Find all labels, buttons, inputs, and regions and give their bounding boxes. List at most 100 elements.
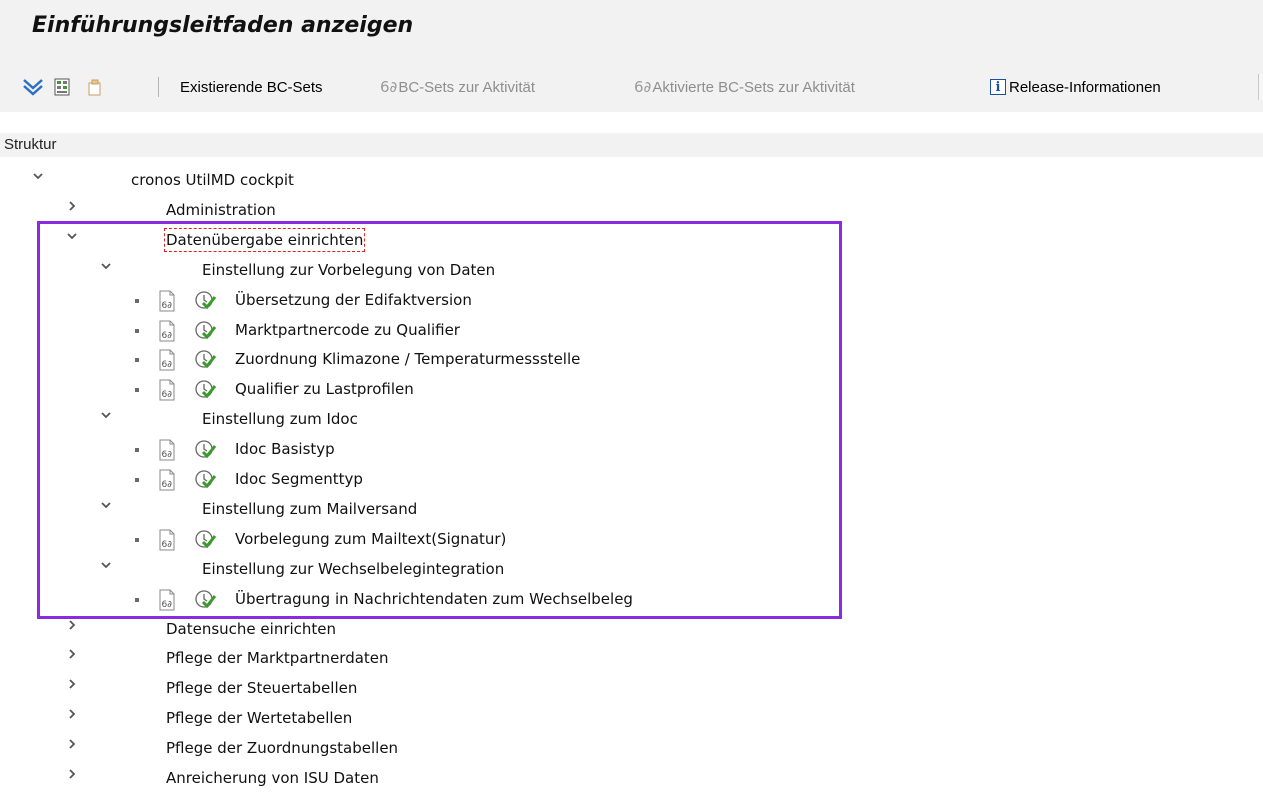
svg-text:6∂: 6∂ [162, 301, 173, 311]
tree-node[interactable]: Anreicherung von ISU Daten [0, 763, 1263, 793]
toolbar-overflow-edge[interactable] [1258, 74, 1263, 100]
tree-node-label[interactable]: Pflege der Zuordnungstabellen [166, 738, 398, 758]
chevron-down-icon[interactable] [100, 260, 112, 272]
tree-node[interactable]: Datenübergabe einrichten [0, 225, 1263, 255]
release-info-button[interactable]: i Release-Informationen [990, 62, 1161, 112]
chevron-down-icon[interactable] [100, 409, 112, 421]
leaf-bullet [135, 597, 139, 602]
tree-left-edge [0, 617, 20, 801]
tree-node-label[interactable]: Pflege der Wertetabellen [166, 708, 352, 728]
execute-activity-icon[interactable] [194, 528, 217, 554]
svg-text:6∂: 6∂ [162, 390, 173, 400]
transport-icon[interactable] [53, 62, 73, 112]
tree-node[interactable]: Einstellung zum Mailversand [0, 494, 1263, 524]
tree-node-label[interactable]: Übertragung in Nachrichtendaten zum Wech… [235, 589, 633, 609]
expand-all-icon[interactable] [22, 62, 44, 112]
tree-node[interactable]: Datensuche einrichten [0, 614, 1263, 644]
release-info-label: Release-Informationen [1009, 78, 1161, 96]
tree-node-label[interactable]: Anreicherung von ISU Daten [166, 768, 379, 788]
documentation-icon[interactable]: 6∂ [157, 379, 177, 405]
bc-sets-activity-label: BC-Sets zur Aktivität [398, 78, 536, 96]
tree-node[interactable]: Pflege der Steuertabellen [0, 673, 1263, 703]
tree-node-label[interactable]: Administration [166, 200, 276, 220]
tree-node[interactable]: Pflege der Zuordnungstabellen [0, 733, 1263, 763]
leaf-bullet [135, 388, 139, 393]
structure-header-label: Struktur [4, 136, 57, 153]
leaf-bullet [135, 448, 139, 453]
documentation-icon[interactable]: 6∂ [157, 589, 177, 615]
activated-bc-sets-button: 6∂ Aktivierte BC-Sets zur Aktivität [634, 62, 855, 112]
leaf-bullet [135, 358, 139, 363]
execute-activity-icon[interactable] [194, 438, 217, 464]
tree-node[interactable]: Pflege der Wertetabellen [0, 703, 1263, 733]
bc-set-icon: 6∂ [634, 78, 652, 96]
tree-node-label[interactable]: Idoc Segmenttyp [235, 469, 363, 489]
svg-text:6∂: 6∂ [162, 360, 173, 370]
tree-node-label[interactable]: Einstellung zum Idoc [202, 409, 358, 429]
execute-activity-icon[interactable] [194, 319, 217, 345]
chevron-down-icon[interactable] [66, 230, 78, 242]
tree-node[interactable]: 6∂ Zuordnung Klimazone / Temperaturmessst… [0, 344, 1263, 374]
tree-node[interactable]: Einstellung zur Wechselbelegintegration [0, 554, 1263, 584]
tree-node-label[interactable]: Vorbelegung zum Mailtext(Signatur) [235, 529, 506, 549]
chevron-down-icon[interactable] [32, 170, 44, 182]
tree-node-label[interactable]: Datensuche einrichten [166, 619, 336, 639]
tree-node[interactable]: 6∂ Übersetzung der Edifaktversion [0, 285, 1263, 315]
execute-activity-icon[interactable] [194, 468, 217, 494]
tree-node-label[interactable]: Einstellung zur Wechselbelegintegration [202, 559, 504, 579]
svg-text:6∂: 6∂ [162, 540, 173, 550]
tree-node-label[interactable]: Qualifier zu Lastprofilen [235, 379, 414, 399]
tree-node[interactable]: 6∂ Idoc Segmenttyp [0, 464, 1263, 494]
execute-activity-icon[interactable] [194, 378, 217, 404]
svg-text:6∂: 6∂ [162, 450, 173, 460]
tree-node-label[interactable]: Einstellung zum Mailversand [202, 499, 417, 519]
leaf-bullet [135, 328, 139, 333]
existing-bc-sets-button[interactable]: Existierende BC-Sets [180, 62, 323, 112]
tree-node-label[interactable]: Zuordnung Klimazone / Temperaturmessstel… [235, 349, 580, 369]
documentation-icon[interactable]: 6∂ [157, 469, 177, 495]
documentation-icon[interactable]: 6∂ [157, 320, 177, 346]
documentation-icon[interactable]: 6∂ [157, 529, 177, 555]
execute-activity-icon[interactable] [194, 348, 217, 374]
chevron-right-icon[interactable] [66, 678, 78, 690]
chevron-right-icon[interactable] [66, 648, 78, 660]
execute-activity-icon[interactable] [194, 588, 217, 614]
window-title: Einführungsleitfaden anzeigen [32, 13, 414, 38]
chevron-down-icon[interactable] [100, 559, 112, 571]
copy-icon [84, 62, 104, 112]
chevron-down-icon[interactable] [100, 499, 112, 511]
tree-node[interactable]: 6∂ Idoc Basistyp [0, 434, 1263, 464]
chevron-right-icon[interactable] [66, 738, 78, 750]
chevron-right-icon[interactable] [66, 768, 78, 780]
documentation-icon[interactable]: 6∂ [157, 290, 177, 316]
tree-node[interactable]: Einstellung zur Vorbelegung von Daten [0, 255, 1263, 285]
svg-text:6∂: 6∂ [162, 480, 173, 490]
tree-node[interactable]: Administration [0, 195, 1263, 225]
tree-node[interactable]: 6∂ Übertragung in Nachrichtendaten zum We… [0, 584, 1263, 614]
chevron-right-icon[interactable] [66, 619, 78, 631]
tree-node-label[interactable]: Übersetzung der Edifaktversion [235, 290, 472, 310]
tree-node[interactable]: 6∂ Qualifier zu Lastprofilen [0, 374, 1263, 404]
tree-node-label[interactable]: Datenübergabe einrichten [163, 227, 366, 252]
execute-activity-icon[interactable] [194, 289, 217, 315]
tree-node-label[interactable]: Pflege der Marktpartnerdaten [166, 648, 389, 668]
tree-node-label[interactable]: Pflege der Steuertabellen [166, 678, 357, 698]
tree-node-label[interactable]: cronos UtilMD cockpit [131, 170, 294, 190]
tree-node[interactable]: 6∂ Marktpartnercode zu Qualifier [0, 315, 1263, 345]
tree-node-label[interactable]: Idoc Basistyp [235, 439, 335, 459]
tree-node[interactable]: cronos UtilMD cockpit [0, 165, 1263, 195]
tree-node[interactable]: Einstellung zum Idoc [0, 404, 1263, 434]
chevron-right-icon[interactable] [66, 200, 78, 212]
tree-node-label[interactable]: Marktpartnercode zu Qualifier [235, 320, 460, 340]
tree-node[interactable]: Pflege der Marktpartnerdaten [0, 643, 1263, 673]
chevron-right-icon[interactable] [66, 708, 78, 720]
svg-text:6∂: 6∂ [162, 600, 173, 610]
documentation-icon[interactable]: 6∂ [157, 439, 177, 465]
leaf-bullet [135, 478, 139, 482]
documentation-icon[interactable]: 6∂ [157, 349, 177, 375]
tree-node-label[interactable]: Einstellung zur Vorbelegung von Daten [202, 260, 495, 280]
activated-bc-sets-label: Aktivierte BC-Sets zur Aktivität [652, 78, 855, 96]
tree-node[interactable]: 6∂ Vorbelegung zum Mailtext(Signatur) [0, 524, 1263, 554]
info-icon: i [990, 79, 1006, 95]
bc-sets-activity-button: 6∂ BC-Sets zur Aktivität [380, 62, 535, 112]
